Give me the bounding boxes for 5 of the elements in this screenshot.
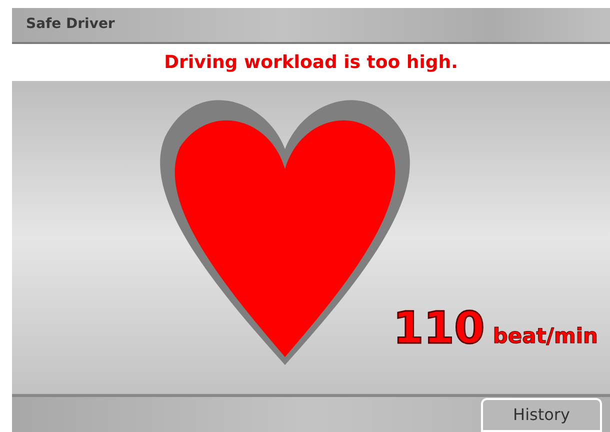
window-title: Safe Driver — [26, 15, 115, 34]
heart-rate-unit: beat/min — [492, 322, 598, 350]
history-button[interactable]: History — [481, 398, 602, 432]
heart-rate-value: 110 — [392, 306, 485, 351]
alert-message: Driving workload is too high. — [164, 50, 458, 75]
